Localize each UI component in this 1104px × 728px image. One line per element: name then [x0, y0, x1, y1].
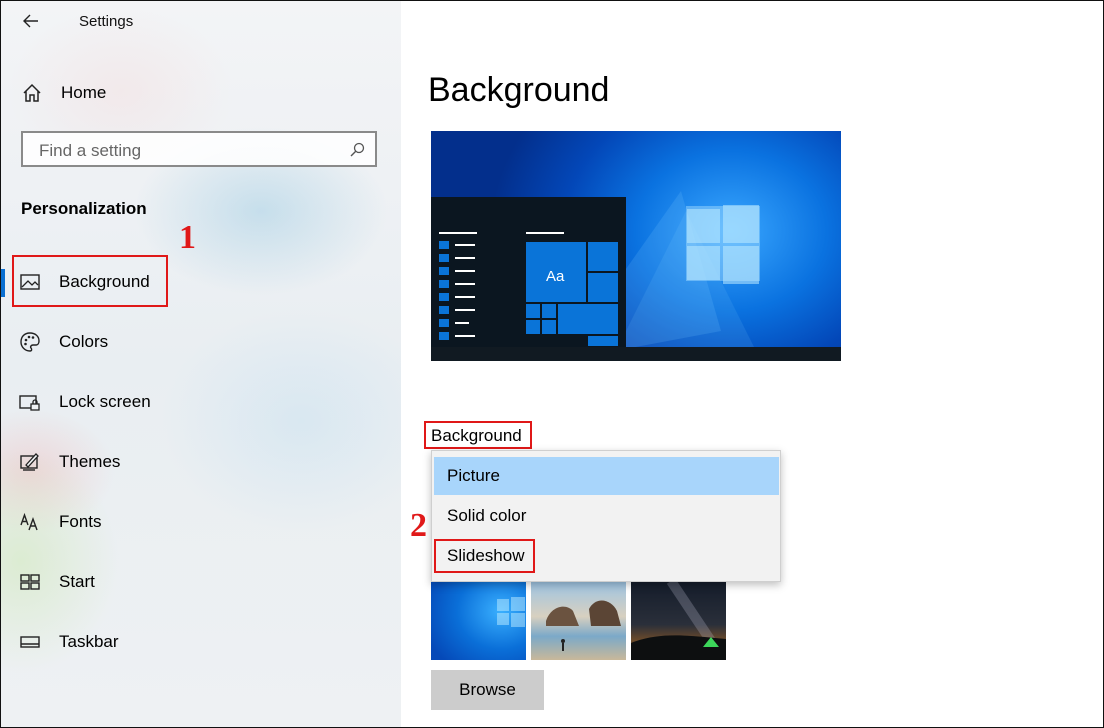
app-title: Settings: [79, 13, 134, 30]
background-preview: Aa: [431, 131, 841, 361]
sidebar-item-label: Start: [59, 572, 95, 591]
sidebar-item-label: Taskbar: [59, 632, 119, 651]
recent-picture-beach[interactable]: [531, 581, 626, 660]
option-solid-color[interactable]: Solid color: [434, 497, 779, 535]
sidebar-item-label: Lock screen: [59, 392, 151, 411]
thumb-windows-logo: [497, 597, 525, 627]
sidebar-item-fonts[interactable]: Fonts: [19, 509, 102, 535]
recent-picture-windows[interactable]: [431, 581, 526, 660]
home-link[interactable]: Home: [21, 81, 106, 105]
annotation-box-2: [434, 539, 535, 573]
annotation-number-2: 2: [410, 507, 427, 544]
section-title: Personalization: [21, 199, 147, 218]
sidebar: Settings Home Personalization Background: [1, 1, 401, 727]
taskbar-icon: [20, 636, 40, 648]
option-picture[interactable]: Picture: [434, 457, 779, 495]
themes-icon: [20, 453, 39, 471]
preview-start-menu: [431, 197, 626, 347]
search-icon[interactable]: [349, 142, 365, 158]
settings-window: Settings Home Personalization Background: [0, 0, 1104, 728]
sidebar-item-start[interactable]: Start: [19, 569, 95, 595]
page-title: Background: [428, 71, 610, 109]
thumb-beach-rocks: [546, 600, 621, 651]
preview-sample-text: Aa: [546, 268, 565, 285]
recent-picture-night-sky[interactable]: [631, 581, 726, 660]
home-label: Home: [61, 83, 107, 102]
thumb-night-tent: [631, 581, 726, 660]
palette-icon: [20, 332, 40, 352]
sidebar-item-label: Fonts: [59, 512, 102, 531]
home-icon: [23, 83, 41, 102]
selection-indicator: [1, 269, 5, 297]
sidebar-item-colors[interactable]: Colors: [19, 329, 108, 355]
annotation-box-1: [12, 255, 168, 307]
preview-taskbar: [431, 347, 841, 361]
sidebar-item-label: Colors: [59, 332, 109, 351]
sidebar-item-themes[interactable]: Themes: [19, 449, 120, 475]
start-icon: [20, 574, 40, 590]
browse-button[interactable]: Browse: [431, 670, 544, 710]
sidebar-item-lock-screen[interactable]: Lock screen: [19, 389, 151, 415]
annotation-box-field: [424, 421, 532, 449]
annotation-number-1: 1: [179, 219, 196, 256]
sidebar-item-label: Themes: [59, 452, 121, 471]
fonts-icon: [20, 512, 38, 531]
sidebar-item-taskbar[interactable]: Taskbar: [19, 629, 119, 655]
search-box[interactable]: [21, 131, 377, 167]
search-input[interactable]: [37, 140, 341, 162]
back-arrow-icon[interactable]: [21, 11, 41, 31]
lock-screen-icon: [19, 395, 40, 411]
